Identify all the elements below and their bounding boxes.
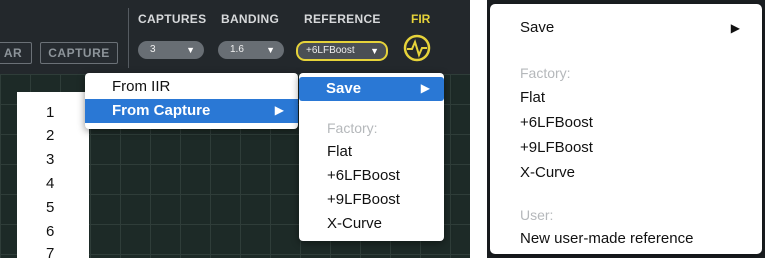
save-menu-item[interactable]: Save ▶	[299, 77, 444, 101]
capture-number-item[interactable]: 3	[46, 151, 54, 168]
app-window-right: Save ▶ Factory: Flat +6LFBoost +9LFBoost…	[487, 0, 765, 258]
reference-value: +6LFBoost	[306, 45, 355, 56]
capture-number-item[interactable]: 5	[46, 199, 54, 216]
reference-item-6lfboost[interactable]: +6LFBoost	[327, 167, 400, 184]
capture-button-label: CAPTURE	[48, 46, 110, 60]
menu-item-from-capture[interactable]: From Capture ▶	[85, 99, 298, 123]
save-menu-item-label: Save	[326, 80, 362, 97]
save-menu-item[interactable]: Save	[520, 19, 554, 36]
reference-item-flat[interactable]: Flat	[327, 143, 352, 160]
reference-menu-expanded: Save ▶ Factory: Flat +6LFBoost +9LFBoost…	[490, 4, 762, 254]
menu-item-from-capture-label: From Capture	[112, 102, 211, 119]
reference-dropdown[interactable]: +6LFBoost ▼	[296, 41, 388, 61]
clear-button-label: AR	[3, 46, 23, 60]
new-user-reference-item[interactable]: New user-made reference	[520, 230, 693, 247]
captures-dropdown[interactable]: 3 ▼	[138, 41, 204, 59]
captures-value: 3	[150, 44, 156, 55]
reference-item-9lfboost[interactable]: +9LFBoost	[520, 139, 593, 156]
dropdown-arrow-icon: ▼	[266, 45, 275, 55]
dropdown-arrow-icon: ▼	[186, 45, 195, 55]
submenu-arrow-icon: ▶	[420, 81, 430, 95]
capture-number-list: 1 2 3 4 5 6 7	[17, 92, 89, 258]
user-section-label: User:	[520, 207, 554, 223]
fir-power-icon[interactable]	[401, 31, 433, 63]
banding-dropdown[interactable]: 1.6 ▼	[218, 41, 284, 59]
toolbar-header: AR CAPTURE CAPTURES 3 ▼ BANDING 1.6 ▼ RE…	[0, 0, 470, 74]
dropdown-arrow-icon: ▼	[370, 46, 379, 56]
capture-button[interactable]: CAPTURE	[40, 42, 118, 64]
capture-number-item-disabled: 7	[46, 245, 55, 258]
banding-value: 1.6	[230, 44, 244, 55]
reference-submenu: Save ▶ Factory: Flat +6LFBoost +9LFBoost…	[299, 73, 444, 241]
capture-number-item[interactable]: 1	[46, 104, 54, 121]
submenu-arrow-icon: ▶	[274, 103, 284, 117]
source-menu: From IIR From Capture ▶	[85, 73, 298, 129]
reference-item-6lfboost[interactable]: +6LFBoost	[520, 114, 593, 131]
factory-section-label: Factory:	[327, 120, 378, 136]
factory-section-label: Factory:	[520, 65, 571, 81]
banding-label: BANDING	[221, 12, 280, 26]
reference-item-x-curve[interactable]: X-Curve	[520, 164, 575, 181]
captures-label: CAPTURES	[138, 12, 207, 26]
reference-label: REFERENCE	[304, 12, 381, 26]
reference-item-flat[interactable]: Flat	[520, 89, 545, 106]
capture-number-item-disabled: 6	[46, 223, 55, 240]
submenu-arrow-icon: ▶	[730, 21, 740, 35]
reference-item-x-curve[interactable]: X-Curve	[327, 215, 382, 232]
menu-item-from-iir[interactable]: From IIR	[112, 78, 170, 95]
fir-label: FIR	[411, 12, 431, 26]
capture-number-item[interactable]: 2	[46, 127, 54, 144]
reference-item-9lfboost[interactable]: +9LFBoost	[327, 191, 400, 208]
clear-button[interactable]: AR	[0, 42, 32, 64]
toolbar-divider	[128, 8, 129, 68]
capture-number-item[interactable]: 4	[46, 175, 54, 192]
app-window-left: AR CAPTURE CAPTURES 3 ▼ BANDING 1.6 ▼ RE…	[0, 0, 470, 258]
